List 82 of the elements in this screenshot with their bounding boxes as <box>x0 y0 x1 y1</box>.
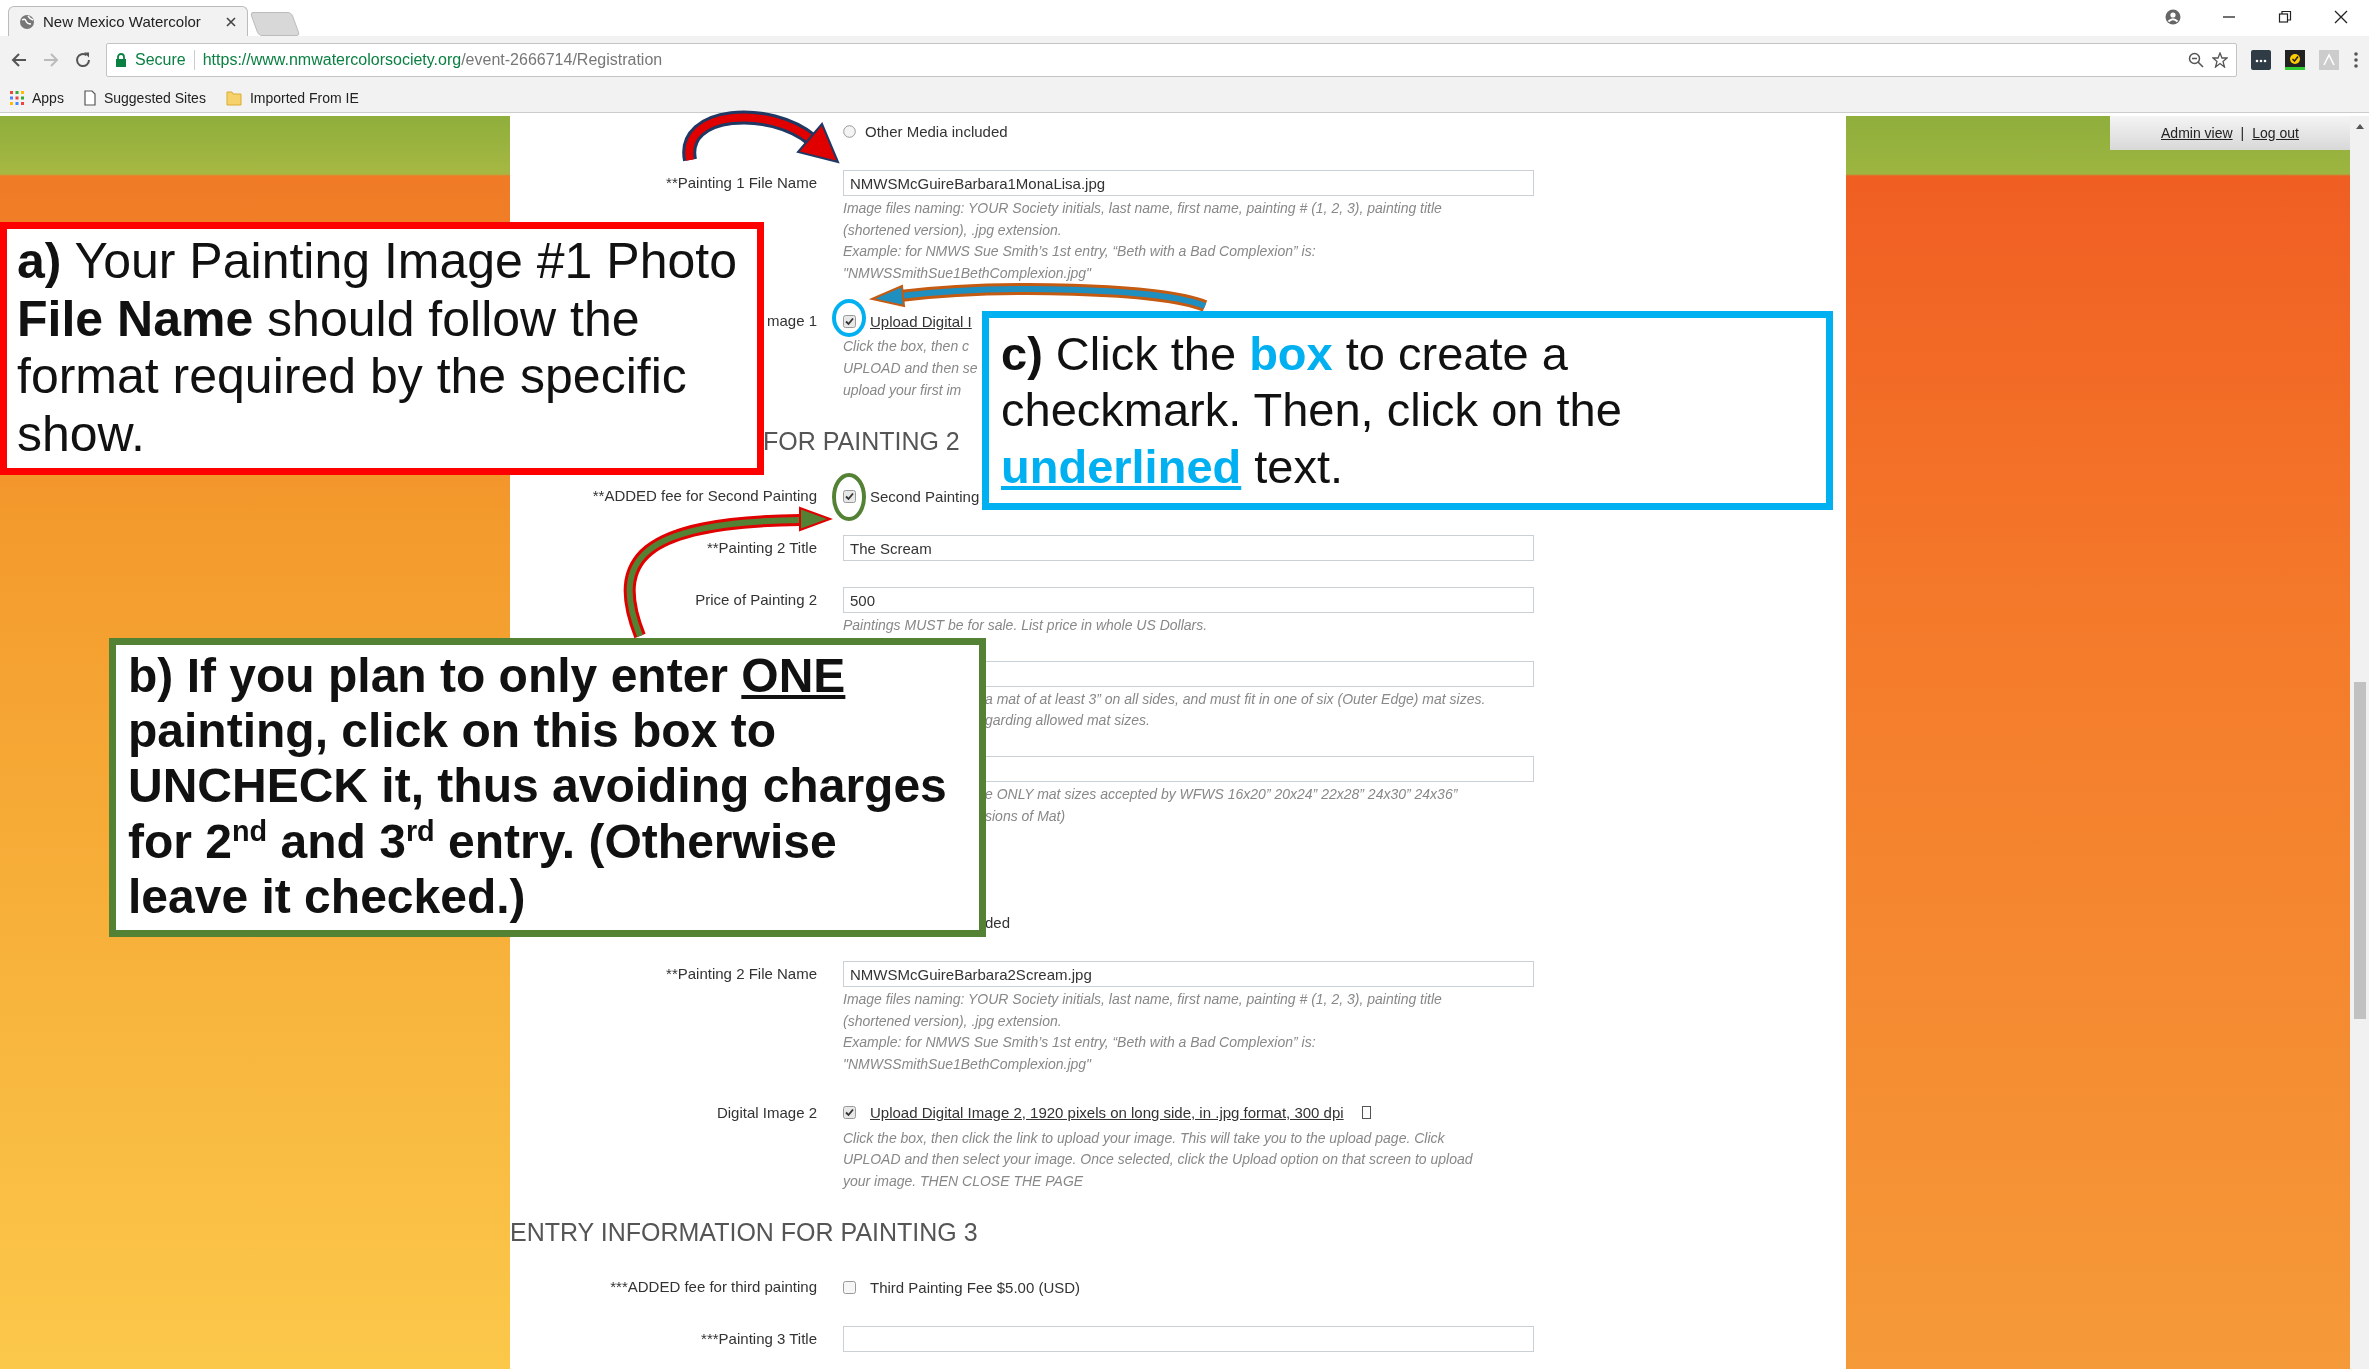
checkbox[interactable] <box>843 1106 856 1119</box>
checkbox-label: Third Painting Fee $5.00 (USD) <box>870 1278 1081 1296</box>
profile-icon[interactable] <box>2165 9 2181 25</box>
close-icon[interactable] <box>225 15 237 28</box>
help-text: (shortened version), .jpg extension. <box>843 220 1062 240</box>
help-text: Example: for NMWS Sue Smith’s 1st entry, “Beth with a Bad Complexion” is: <box>843 1033 1316 1053</box>
section-heading: ENTRY INFORMATION FOR PAINTING 3 <box>510 1217 979 1249</box>
help-text: (shortened version), .jpg extension. <box>843 1011 1062 1031</box>
help-text: Image files naming: YOUR Society initials, last name, first name, painting # (1, 2, 3), painting title <box>843 990 1442 1010</box>
url-text: https://www.nmwatercolorsociety.org/event-2666714/Registration <box>202 51 663 69</box>
help-text: UPLOAD and then se <box>843 358 978 378</box>
help-text: "NMWSSmithSue1BethComplexion.jpg" <box>843 1054 1092 1074</box>
help-text: garding allowed mat sizes. <box>985 711 1150 731</box>
apps-grid-icon <box>10 91 24 105</box>
text-field[interactable] <box>985 755 1534 782</box>
square-icon <box>1361 1106 1371 1119</box>
admin-link[interactable]: Log out <box>2252 125 2299 141</box>
zoom-out-icon[interactable] <box>2188 52 2204 68</box>
field-label: **Painting 1 File Name <box>666 174 817 191</box>
scroll-up-icon[interactable] <box>2354 122 2365 130</box>
bookmark-link[interactable]: Imported From IE <box>249 90 359 106</box>
scrollbar[interactable] <box>2350 116 2369 1369</box>
field-label: Digital Image 2 <box>716 1103 817 1121</box>
page-icon <box>83 90 96 106</box>
browser-tab[interactable]: New Mexico Watercolor <box>8 6 248 36</box>
checkbox[interactable] <box>843 489 856 503</box>
checkbox-label: Second Painting <box>870 487 980 505</box>
menu-icon[interactable] <box>2353 51 2359 69</box>
help-text: Click the box, then click the link to upload your image. This will take you to the upload page. Click <box>843 1128 1445 1148</box>
extension-icon[interactable] <box>2251 50 2271 70</box>
callout-box: b) If you plan to only enter ONE painting, click on this box to UNCHECK it, thus avoiding charges for 2$^{nd}$ and 3$^{rd}$ entry. (Otherwise leave it checked.) <box>109 638 986 937</box>
radio-label: Other Media included <box>865 122 1008 140</box>
help-text: UPLOAD and then select your image. Once selected, click the Upload option on that screen to upload <box>843 1150 1473 1170</box>
field-label: **Painting 2 File Name <box>666 965 817 983</box>
back-icon[interactable] <box>10 51 28 69</box>
checkbox[interactable] <box>843 1280 856 1294</box>
help-text: upload your first im <box>843 380 962 400</box>
callout-box: a) Your Painting Image #1 Photo File Name should follow the format required by the specific show. <box>0 222 764 475</box>
help-text: Click the box, then c <box>843 337 970 357</box>
text-field[interactable]: 500 <box>843 587 1534 614</box>
field-label: ***Painting 3 Title <box>701 1330 817 1348</box>
help-text: Image files naming: YOUR Society initials, last name, first name, painting # (1, 2, 3), painting title <box>843 199 1442 218</box>
scrollbar-thumb[interactable] <box>2353 682 2366 1019</box>
reload-icon[interactable] <box>74 51 92 69</box>
extension-icon[interactable] <box>2285 50 2305 70</box>
tab-title: New Mexico Watercolor <box>43 13 202 30</box>
close-icon[interactable] <box>2334 10 2348 24</box>
help-text: your image. THEN CLOSE THE PAGE <box>843 1171 1084 1191</box>
text-field[interactable]: NMWSMcGuireBarbara2Scream.jpg <box>843 961 1534 988</box>
field-label: ***ADDED fee for third painting <box>610 1278 817 1296</box>
text-field[interactable]: The Scream <box>843 535 1534 562</box>
admin-link[interactable]: Admin view <box>2161 125 2233 141</box>
lock-icon <box>115 53 127 67</box>
restore-icon[interactable] <box>2278 10 2292 24</box>
option-label: ded <box>985 913 1011 931</box>
field-label: **Painting 2 Title <box>706 539 817 557</box>
help-text: "NMWSSmithSue1BethComplexion.jpg" <box>843 263 1092 283</box>
upload-link[interactable]: Upload Digital I <box>870 312 972 330</box>
star-icon[interactable] <box>2212 52 2228 68</box>
section-heading: FOR PAINTING 2 <box>762 426 961 458</box>
radio-button[interactable] <box>843 124 856 138</box>
field-label: Price of Painting 2 <box>695 591 817 609</box>
help-text: e ONLY mat sizes accepted by WFWS 16x20” 20x24” 22x28” 24x30” 24x36” <box>985 784 1458 804</box>
callout-box: c) Click the box to create a checkmark. Then, click on the underlined text. <box>982 311 1833 510</box>
help-text: Paintings MUST be for sale. List price in whole US Dollars. <box>843 616 1208 636</box>
help-text: sions of Mat) <box>985 806 1066 826</box>
text-field[interactable] <box>843 1326 1534 1353</box>
globe-icon <box>19 13 35 30</box>
field-label: mage 1 <box>766 312 817 330</box>
help-text: Example: for NMWS Sue Smith’s 1st entry, “Beth with a Bad Complexion” is: <box>843 242 1316 262</box>
folder-icon <box>225 90 242 106</box>
checkbox[interactable] <box>843 314 856 328</box>
field-label: **ADDED fee for Second Painting <box>592 487 817 505</box>
help-text: a mat of at least 3” on all sides, and must fit in one of six (Outer Edge) mat sizes. <box>985 689 1486 709</box>
text-field[interactable]: NMWSMcGuireBarbara1MonaLisa.jpg <box>843 170 1534 196</box>
secure-label: Secure <box>135 51 186 69</box>
upload-link[interactable]: Upload Digital Image 2, 1920 pixels on long side, in .jpg format, 300 dpi <box>870 1104 1344 1121</box>
bookmark-link[interactable]: Apps <box>32 90 64 106</box>
separator: | <box>2240 125 2245 141</box>
address-bar[interactable]: Secure https://www.nmwatercolorsociety.org/event-2666714/Registration <box>106 43 2237 77</box>
bookmark-link[interactable]: Suggested Sites <box>103 90 206 106</box>
text-field[interactable] <box>985 660 1534 687</box>
